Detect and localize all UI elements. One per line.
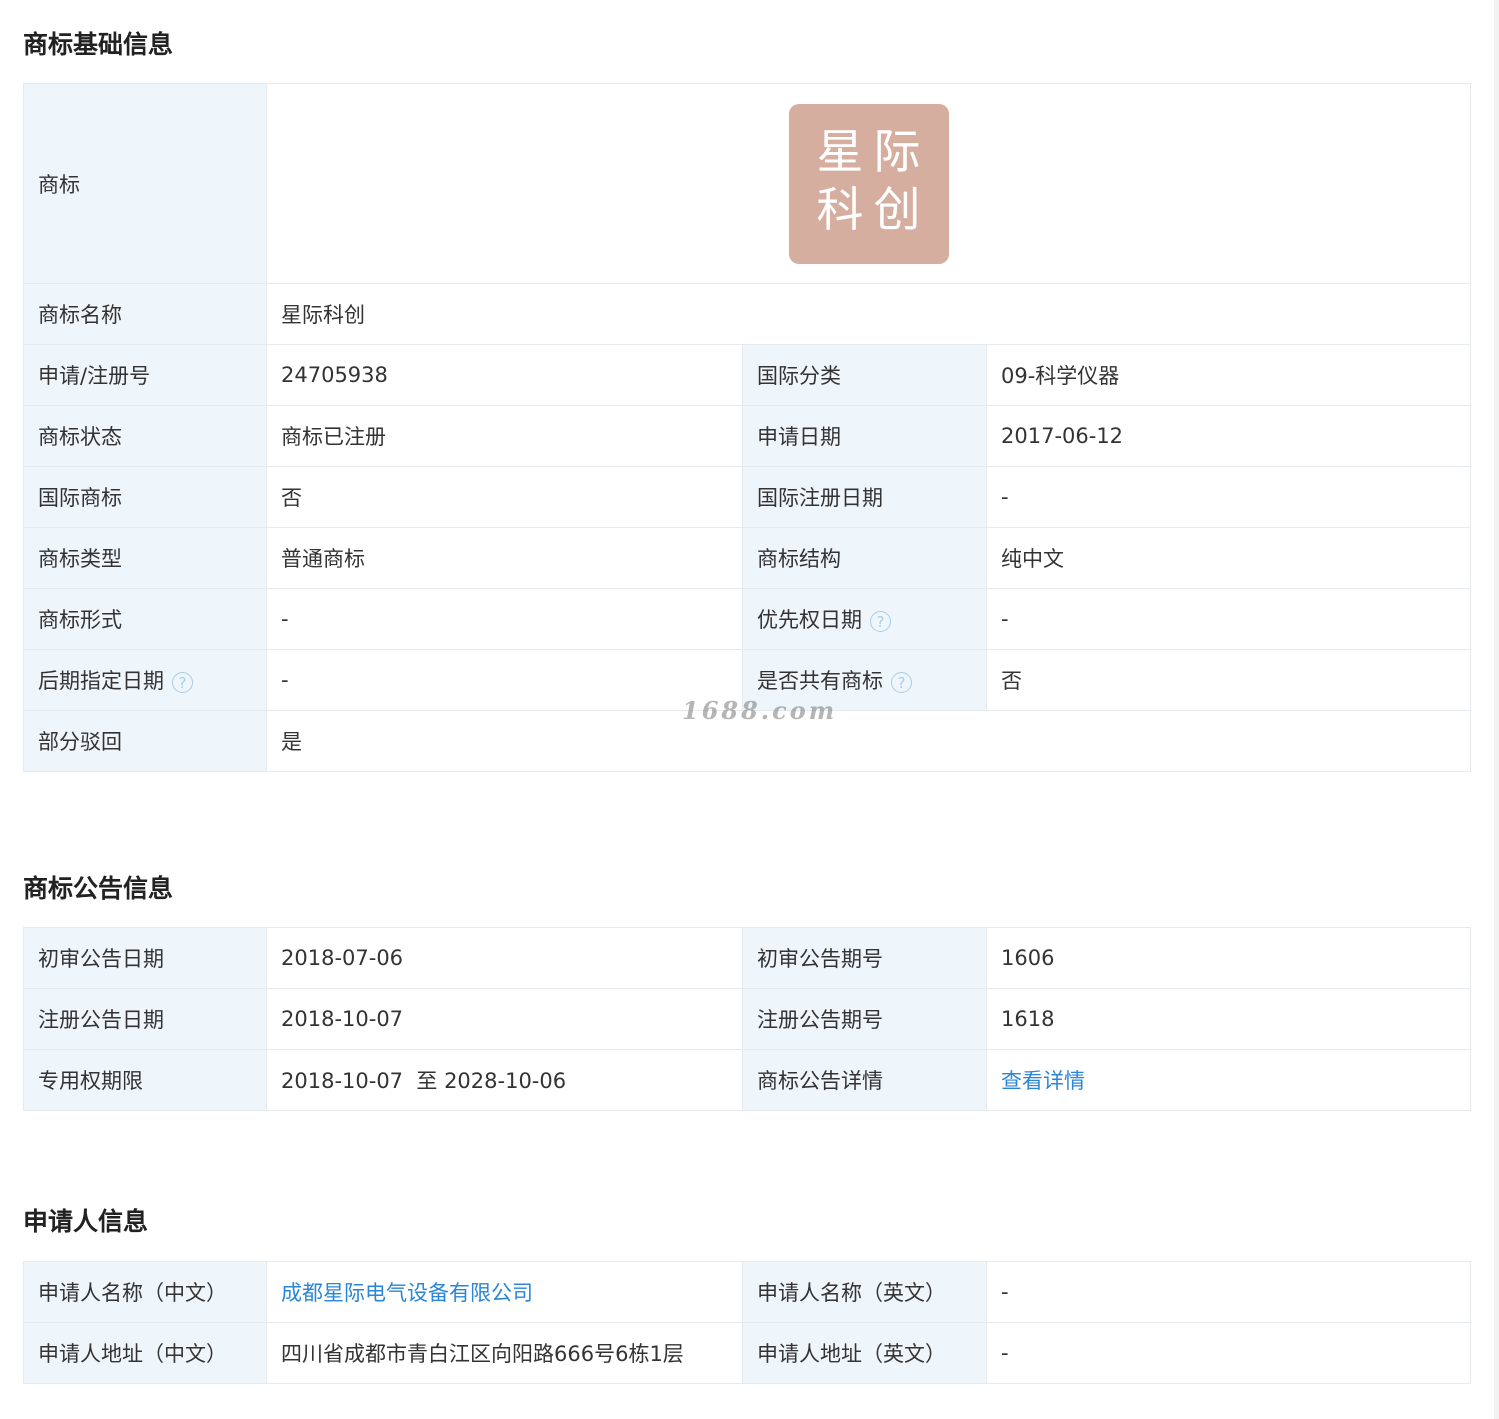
table-row: 申请/注册号 24705938 国际分类 09-科学仪器 [23,344,1471,406]
structure-value: 纯中文 [986,527,1471,589]
status-label: 商标状态 [23,405,267,467]
structure-label: 商标结构 [742,527,987,589]
intl-class-label: 国际分类 [742,344,987,406]
section-title-notice: 商标公告信息 [23,874,174,903]
logo-text-line1: 星际 [816,124,931,180]
logo-cell: 星际 科创 [266,83,1471,284]
name-value: 星际科创 [266,283,1471,345]
partial-reject-label: 部分驳回 [23,710,267,772]
table-row: 商标形式 - 优先权日期? - [23,588,1471,650]
logo-label: 商标 [23,83,267,284]
view-details-link[interactable]: 查看详情 [1001,1069,1085,1093]
trademark-detail-page: 商标基础信息 商标 星际 科创 商标名称 星际科创 申请/注册号 2470593… [0,0,1499,1419]
intl-class-value: 09-科学仪器 [986,344,1471,406]
intl-trademark-label: 国际商标 [23,466,267,528]
notice-detail-label: 商标公告详情 [742,1049,987,1111]
prelim-notice-issue-label: 初审公告期号 [742,927,987,989]
help-icon[interactable]: ? [891,671,912,693]
applicant-address-cn-label: 申请人地址（中文） [23,1322,267,1384]
type-label: 商标类型 [23,527,267,589]
table-row: 商标状态 商标已注册 申请日期 2017-06-12 [23,405,1471,467]
type-value: 普通商标 [266,527,743,589]
applicant-name-en-value: - [986,1261,1471,1323]
table-row: 专用权期限 2018-10-07 至 2028-10-06 商标公告详情 查看详… [23,1049,1471,1111]
watermark: 1688.com [682,696,838,725]
applicant-address-cn-value: 四川省成都市青白江区向阳路666号6栋1层 [266,1322,743,1384]
intl-reg-date-value: - [986,466,1471,528]
status-value: 商标已注册 [266,405,743,467]
exclusive-period-value: 2018-10-07 至 2028-10-06 [266,1049,743,1111]
exclusive-period-label: 专用权期限 [23,1049,267,1111]
priority-date-value: - [986,588,1471,650]
prelim-notice-issue-value: 1606 [986,927,1471,989]
table-row: 初审公告日期 2018-07-06 初审公告期号 1606 [23,927,1471,989]
reg-notice-date-value: 2018-10-07 [266,988,743,1050]
section-title-applicant: 申请人信息 [23,1207,149,1236]
shared-trademark-label: 是否共有商标 [757,669,883,693]
logo-text-line2: 科创 [816,182,931,238]
later-designation-value: - [266,649,743,711]
table-row: 商标类型 普通商标 商标结构 纯中文 [23,527,1471,589]
shared-trademark-value: 否 [986,649,1471,711]
later-designation-label: 后期指定日期 [38,669,164,693]
scrollbar-track[interactable] [1494,0,1499,1419]
reg-notice-issue-value: 1618 [986,988,1471,1050]
help-icon[interactable]: ? [870,610,891,632]
apply-date-value: 2017-06-12 [986,405,1471,467]
priority-date-label: 优先权日期 [757,608,862,632]
priority-date-label-cell: 优先权日期? [742,588,987,650]
table-row: 注册公告日期 2018-10-07 注册公告期号 1618 [23,988,1471,1050]
table-row: 商标名称 星际科创 [23,283,1471,345]
applicant-address-en-label: 申请人地址（英文） [742,1322,987,1384]
applicant-name-en-label: 申请人名称（英文） [742,1261,987,1323]
intl-reg-date-label: 国际注册日期 [742,466,987,528]
table-row: 申请人地址（中文） 四川省成都市青白江区向阳路666号6栋1层 申请人地址（英文… [23,1322,1471,1384]
trademark-logo-image: 星际 科创 [788,103,949,264]
applicant-info-table: 申请人名称（中文） 成都星际电气设备有限公司 申请人名称（英文） - 申请人地址… [23,1261,1471,1384]
prelim-notice-date-label: 初审公告日期 [23,927,267,989]
table-row: 国际商标 否 国际注册日期 - [23,466,1471,528]
section-title-basic: 商标基础信息 [23,30,174,59]
applicant-address-en-value: - [986,1322,1471,1384]
reg-number-value: 24705938 [266,344,743,406]
apply-date-label: 申请日期 [742,405,987,467]
table-row: 商标 星际 科创 [23,83,1471,284]
reg-notice-date-label: 注册公告日期 [23,988,267,1050]
notice-detail-cell: 查看详情 [986,1049,1471,1111]
basic-info-table: 商标 星际 科创 商标名称 星际科创 申请/注册号 24705938 国际分类 … [23,83,1471,772]
notice-info-table: 初审公告日期 2018-07-06 初审公告期号 1606 注册公告日期 201… [23,927,1471,1111]
partial-reject-value: 是 [266,710,1471,772]
later-designation-label-cell: 后期指定日期? [23,649,267,711]
help-icon[interactable]: ? [172,671,193,693]
applicant-name-cn-label: 申请人名称（中文） [23,1261,267,1323]
name-label: 商标名称 [23,283,267,345]
reg-number-label: 申请/注册号 [23,344,267,406]
applicant-name-cn-cell: 成都星际电气设备有限公司 [266,1261,743,1323]
prelim-notice-date-value: 2018-07-06 [266,927,743,989]
form-value: - [266,588,743,650]
intl-trademark-value: 否 [266,466,743,528]
form-label: 商标形式 [23,588,267,650]
applicant-company-link[interactable]: 成都星际电气设备有限公司 [281,1281,533,1305]
table-row: 申请人名称（中文） 成都星际电气设备有限公司 申请人名称（英文） - [23,1261,1471,1323]
reg-notice-issue-label: 注册公告期号 [742,988,987,1050]
